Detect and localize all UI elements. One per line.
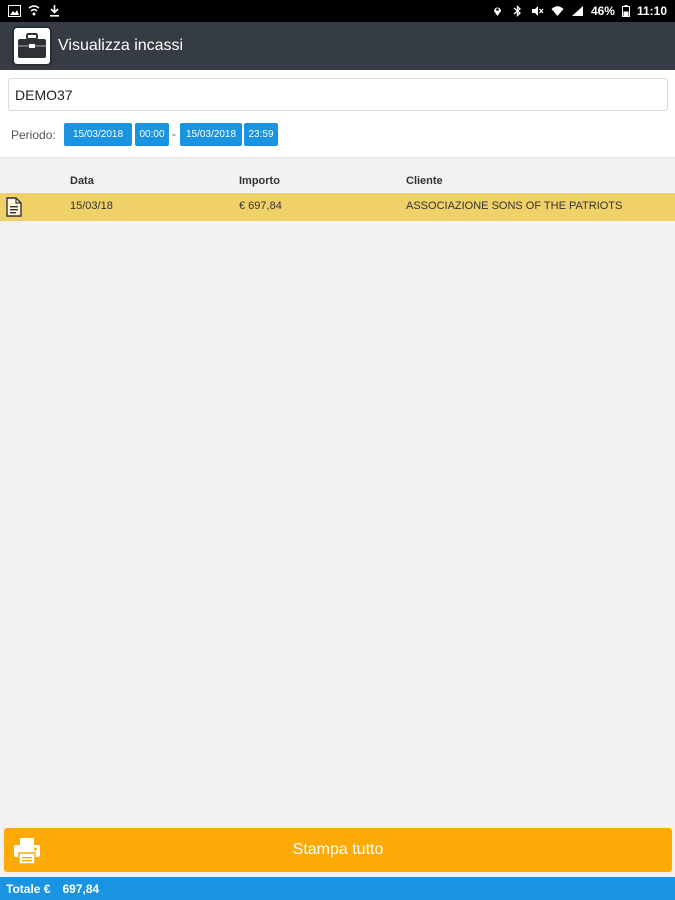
location-icon — [493, 7, 501, 17]
signal-icon — [571, 6, 583, 16]
column-header-importo: Importo — [239, 175, 280, 187]
page-title: Visualizza incassi — [58, 37, 184, 54]
wifi-icon — [551, 6, 564, 16]
period-label: Periodo: — [11, 128, 56, 142]
search-input[interactable] — [8, 78, 668, 111]
period-separator: - — [172, 127, 176, 141]
from-time-button[interactable]: 00:00 — [135, 123, 169, 146]
battery-percent: 46% — [590, 4, 615, 18]
briefcase-icon[interactable] — [12, 26, 52, 66]
download-icon — [50, 5, 59, 17]
document-icon[interactable] — [6, 197, 22, 217]
row-cliente: ASSOCIAZIONE SONS OF THE PATRIOTS — [406, 200, 623, 212]
status-bar-left — [8, 5, 61, 17]
status-bar: 46% 11:10 — [0, 0, 675, 22]
table-row[interactable]: 15/03/18 € 697,84 ASSOCIAZIONE SONS OF T… — [0, 193, 675, 221]
print-all-label: Stampa tutto — [292, 841, 384, 858]
bluetooth-icon — [513, 5, 521, 17]
cast-icon — [28, 5, 40, 16]
total-label: Totale € — [6, 881, 51, 896]
print-all-button[interactable]: Stampa tutto — [4, 828, 672, 872]
column-header-data: Data — [70, 175, 94, 187]
clock: 11:10 — [636, 4, 667, 18]
from-date-button[interactable]: 15/03/2018 — [64, 123, 132, 146]
column-header-cliente: Cliente — [406, 175, 443, 187]
row-importo: € 697,84 — [239, 200, 282, 212]
filter-panel: Periodo: 15/03/2018 00:00 - 15/03/2018 2… — [0, 70, 675, 158]
to-date-button[interactable]: 15/03/2018 — [180, 123, 242, 146]
image-icon — [8, 5, 21, 17]
mute-icon — [531, 6, 544, 16]
status-bar-right: 46% 11:10 — [491, 4, 667, 18]
action-bar: Visualizza incassi — [0, 22, 675, 70]
total-bar: Totale € 697,84 — [0, 877, 675, 900]
battery-icon — [621, 5, 630, 17]
to-time-button[interactable]: 23:59 — [244, 123, 278, 146]
total-value: 697,84 — [62, 881, 100, 896]
row-data: 15/03/18 — [70, 200, 113, 212]
